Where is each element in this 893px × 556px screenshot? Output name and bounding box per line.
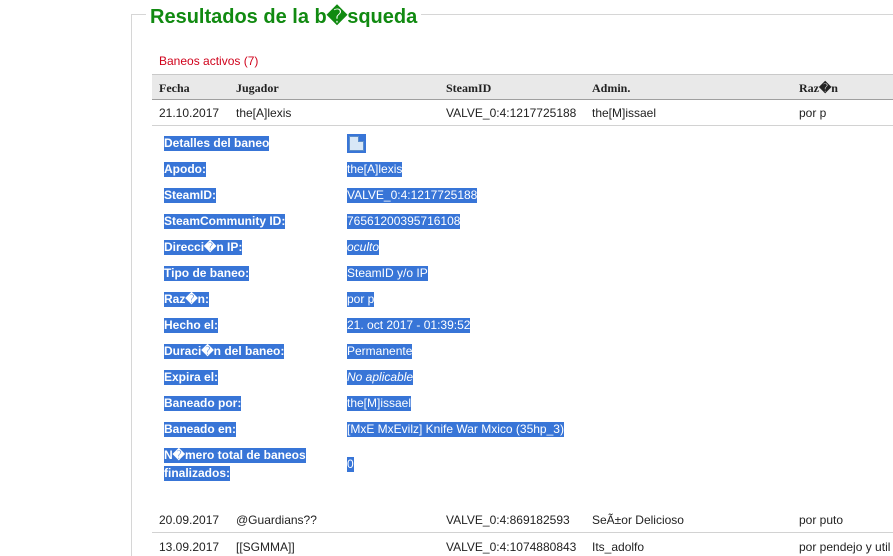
column-header-admin[interactable]: Admin. [592,81,630,96]
detail-label-baneado-en: Baneado en: [164,422,237,437]
cell-jugador: the[A]lexis [236,106,292,120]
cell-admin: the[M]issael [592,106,657,120]
detail-value-baneado-por: the[M]issael [347,396,412,411]
detail-value-expira: No aplicable [347,370,414,385]
document-icon[interactable] [347,134,366,153]
cell-admin: Its_adolfo [592,540,645,554]
cell-steamid: VALVE_0:4:1074880843 [446,540,577,554]
cell-razon: por puto [799,513,844,527]
column-header-steamid[interactable]: SteamID [446,81,491,96]
cell-jugador: @Guardians?? [236,513,317,527]
table-header: Fecha Jugador SteamID Admin. Raz�n [152,74,893,100]
detail-label-community: SteamCommunity ID: [164,214,286,229]
detail-label-steamid: SteamID: [164,188,217,203]
table-row[interactable]: 20.09.2017 @Guardians?? VALVE_0:4:869182… [152,507,893,533]
detail-value-steamid: VALVE_0:4:1217725188 [347,188,478,203]
section-title-active-bans: Baneos activos (7) [159,54,259,68]
detail-label-detalles: Detalles del baneo [164,136,270,151]
detail-value-tipo: SteamID y/o IP [347,266,428,281]
detail-label-ip: Direcci�n IP: [164,240,243,255]
cell-razon: por pendejo y util [799,540,891,554]
cell-fecha: 13.09.2017 [159,540,220,554]
table-row[interactable]: 13.09.2017 [[SGMMA]] VALVE_0:4:107488084… [152,534,893,556]
detail-value-baneado-en: [MxE MxEvilz] Knife War Mxico (35hp_3) [347,422,564,437]
column-header-jugador[interactable]: Jugador [236,81,279,96]
detail-label-tipo: Tipo de baneo: [164,266,250,281]
detail-label-razon: Raz�n: [164,292,209,307]
cell-steamid: VALVE_0:4:869182593 [446,513,570,527]
detail-label-total-line1: N�mero total de baneos [164,448,306,463]
cell-fecha: 20.09.2017 [159,513,220,527]
detail-label-duracion: Duraci�n del baneo: [164,344,285,359]
detail-value-ip: oculto [347,240,380,255]
cell-steamid: VALVE_0:4:1217725188 [446,106,577,120]
cell-jugador: [[SGMMA]] [236,540,295,554]
detail-label-hecho: Hecho el: [164,318,219,333]
cell-razon: por p [799,106,827,120]
column-header-fecha[interactable]: Fecha [159,81,190,96]
detail-value-razon: por p [347,292,375,307]
cell-fecha: 21.10.2017 [159,106,220,120]
detail-value-hecho: 21. oct 2017 - 01:39:52 [347,318,471,333]
detail-value-apodo: the[A]lexis [347,162,403,177]
detail-value-total: 0 [347,457,354,472]
detail-label-expira: Expira el: [164,370,219,385]
table-row[interactable]: 21.10.2017 the[A]lexis VALVE_0:4:1217725… [152,100,893,126]
detail-value-community[interactable]: 76561200395716108 [347,214,461,229]
detail-label-total-line2: finalizados: [164,466,231,481]
cell-admin: SeÃ±or Delicioso [592,513,684,527]
column-header-razon[interactable]: Raz�n [799,81,838,96]
detail-value-duracion: Permanente [347,344,413,359]
detail-label-baneado-por: Baneado por: [164,396,242,411]
page-title: Resultados de la b�squeda [146,4,422,29]
detail-label-apodo: Apodo: [164,162,206,177]
